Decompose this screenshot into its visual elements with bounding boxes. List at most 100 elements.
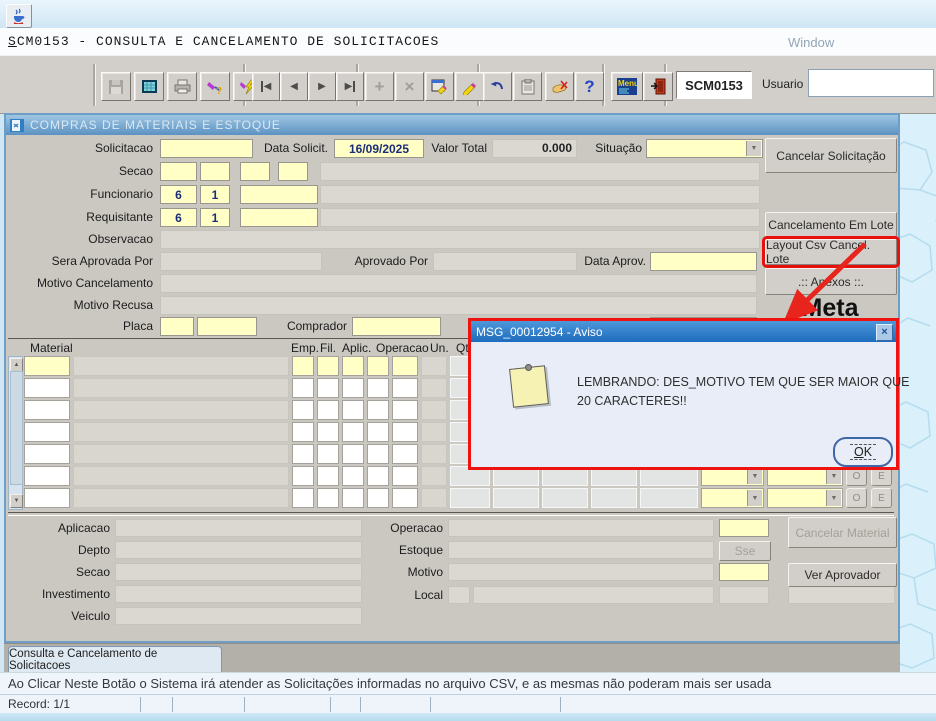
print-button[interactable]: [167, 72, 197, 101]
insert-record-button[interactable]: +: [365, 72, 394, 101]
grid-cell-r7c13[interactable]: [640, 488, 698, 508]
data-aprov-field[interactable]: [650, 252, 757, 271]
data-solicit-field[interactable]: 16/09/2025: [334, 139, 424, 158]
grid-cell-r4c5[interactable]: [342, 422, 364, 442]
chevron-down-icon[interactable]: ▼: [747, 468, 762, 484]
delete-record-button[interactable]: ×: [395, 72, 424, 101]
java-app-button[interactable]: [6, 4, 32, 28]
layout-csv-cancel-lote-button[interactable]: Layout Csv Cancel. Lote: [765, 239, 897, 265]
first-record-button[interactable]: ◀: [252, 72, 280, 101]
edit-record-button[interactable]: [425, 72, 454, 101]
grid-cell-r2c1[interactable]: [24, 378, 70, 398]
grid-cell-r2c5[interactable]: [342, 378, 364, 398]
clipboard-button[interactable]: [513, 72, 542, 101]
comprador-field[interactable]: [352, 317, 441, 336]
chevron-down-icon[interactable]: ▼: [826, 490, 841, 506]
motivo-cod-field[interactable]: [719, 563, 769, 581]
grid-cell-r4c1[interactable]: [24, 422, 70, 442]
screen-button[interactable]: [134, 72, 164, 101]
cut-record-button[interactable]: [545, 72, 574, 101]
grid-cell-r2c2[interactable]: [73, 378, 289, 398]
grid-cell-r1c2[interactable]: [73, 356, 289, 376]
grid-cell-r5c6[interactable]: [367, 444, 389, 464]
grid-cell-r1c7[interactable]: [392, 356, 418, 376]
tab-consulta-cancelamento[interactable]: Consulta e Cancelamento de Solicitacoes: [8, 646, 222, 673]
secao-field-3[interactable]: [240, 162, 270, 181]
clear-record-button[interactable]: [455, 72, 484, 101]
grid-cell-r7c10[interactable]: [493, 488, 539, 508]
grid-cell-r3c4[interactable]: [317, 400, 339, 420]
grid-cell-r5c4[interactable]: [317, 444, 339, 464]
funcionario-fil-field[interactable]: 1: [200, 185, 230, 204]
requisitante-cod-field[interactable]: [240, 208, 318, 227]
grid-cell-r6c7[interactable]: [392, 466, 418, 486]
grid-cell-r7c5[interactable]: [342, 488, 364, 508]
scrollbar-thumb[interactable]: [10, 371, 23, 485]
grid-cell-r2c3[interactable]: [292, 378, 314, 398]
grid-cell-r7c2[interactable]: [73, 488, 289, 508]
chevron-down-icon[interactable]: ▼: [826, 468, 841, 484]
grid-cell-r7c7[interactable]: [392, 488, 418, 508]
grid-cell-r6c5[interactable]: [342, 466, 364, 486]
grid-cell-r3c8[interactable]: [421, 400, 447, 420]
grid-cell-r7c11[interactable]: [542, 488, 588, 508]
grid-cell-r1c4[interactable]: [317, 356, 339, 376]
grid-cell-r3c3[interactable]: [292, 400, 314, 420]
grid-cell-r3c7[interactable]: [392, 400, 418, 420]
grid-cell-r7c8[interactable]: [421, 488, 447, 508]
funcionario-emp-field[interactable]: 6: [160, 185, 197, 204]
grid-cell-r6c4[interactable]: [317, 466, 339, 486]
menu-button[interactable]: Menu: [611, 72, 643, 101]
grid-cell-r7c15[interactable]: ▼: [767, 488, 843, 508]
exit-button[interactable]: [643, 72, 673, 101]
grid-cell-r7c9[interactable]: [450, 488, 490, 508]
grid-cell-r6c6[interactable]: [367, 466, 389, 486]
secao-field-1[interactable]: [160, 162, 197, 181]
next-record-button[interactable]: ▶: [308, 72, 336, 101]
aviso-dialog-titlebar[interactable]: MSG_00012954 - Aviso: [471, 321, 896, 342]
grid-cell-r5c3[interactable]: [292, 444, 314, 464]
usuario-input[interactable]: [808, 69, 934, 97]
grid-scrollbar[interactable]: ▲ ▼: [8, 356, 23, 510]
chevron-down-icon[interactable]: ▼: [747, 490, 762, 506]
save-button[interactable]: [101, 72, 131, 101]
grid-cell-r5c5[interactable]: [342, 444, 364, 464]
grid-cell-r1c8[interactable]: [421, 356, 447, 376]
grid-cell-r3c2[interactable]: [73, 400, 289, 420]
grid-cell-r1c3[interactable]: [292, 356, 314, 376]
grid-cell-r7c1[interactable]: [24, 488, 70, 508]
grid-cell-r3c6[interactable]: [367, 400, 389, 420]
grid-cell-r5c1[interactable]: [24, 444, 70, 464]
anexos-button[interactable]: .:: Anexos ::.: [765, 268, 897, 295]
cancelamento-em-lote-button[interactable]: Cancelamento Em Lote: [765, 212, 897, 237]
grid-cell-r6c8[interactable]: [421, 466, 447, 486]
requisitante-emp-field[interactable]: 6: [160, 208, 197, 227]
help-button[interactable]: ?: [575, 72, 604, 101]
placa-field-2[interactable]: [197, 317, 257, 336]
grid-cell-r4c6[interactable]: [367, 422, 389, 442]
grid-cell-r3c5[interactable]: [342, 400, 364, 420]
grid-cell-r2c4[interactable]: [317, 378, 339, 398]
solicitacao-field[interactable]: [160, 139, 253, 158]
placa-field-1[interactable]: [160, 317, 194, 336]
grid-cell-r6c2[interactable]: [73, 466, 289, 486]
close-icon[interactable]: ×: [876, 324, 893, 341]
grid-cell-r7c3[interactable]: [292, 488, 314, 508]
grid-cell-r4c7[interactable]: [392, 422, 418, 442]
grid-cell-r7c6[interactable]: [367, 488, 389, 508]
grid-cell-r3c1[interactable]: [24, 400, 70, 420]
last-record-button[interactable]: ▶: [336, 72, 364, 101]
grid-cell-r7c4[interactable]: [317, 488, 339, 508]
grid-cell-r7c12[interactable]: [591, 488, 637, 508]
grid-cell-r1c6[interactable]: [367, 356, 389, 376]
grid-cell-r6c1[interactable]: [24, 466, 70, 486]
grid-cell-r7c14[interactable]: ▼: [701, 488, 764, 508]
grid-cell-r4c3[interactable]: [292, 422, 314, 442]
undo-button[interactable]: [483, 72, 512, 101]
previous-record-button[interactable]: ◀: [280, 72, 308, 101]
ok-button[interactable]: OK: [833, 437, 893, 467]
grid-cell-r4c2[interactable]: [73, 422, 289, 442]
grid-cell-r4c8[interactable]: [421, 422, 447, 442]
requisitante-fil-field[interactable]: 1: [200, 208, 230, 227]
grid-o-button-row7[interactable]: O: [846, 488, 867, 508]
